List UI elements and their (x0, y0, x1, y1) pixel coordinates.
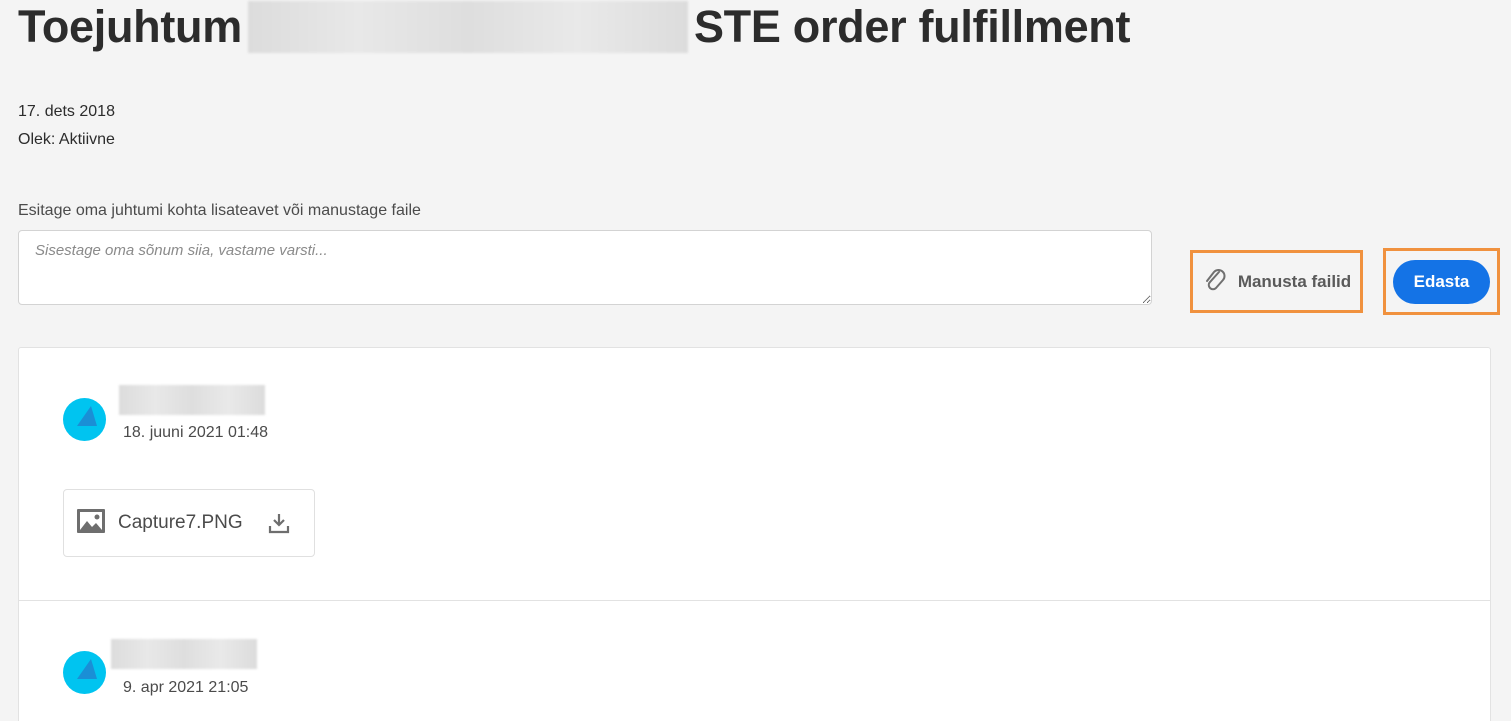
send-highlight: Edasta (1383, 248, 1500, 315)
reply-prompt: Esitage oma juhtumi kohta lisateavet või… (18, 202, 421, 219)
message-thread: 18. juuni 2021 01:48 Capture7.PNG 9. apr… (18, 347, 1491, 721)
redacted-author (111, 639, 257, 669)
paperclip-icon (1202, 265, 1228, 298)
attach-files-button[interactable]: Manusta failid (1202, 265, 1351, 298)
avatar (63, 398, 106, 441)
case-date: 17. dets 2018 (18, 103, 115, 120)
case-status: Olek: Aktiivne (18, 131, 115, 148)
attachment-card[interactable]: Capture7.PNG (63, 489, 315, 557)
entry-timestamp: 9. apr 2021 21:05 (123, 679, 249, 696)
attach-files-label: Manusta failid (1237, 271, 1352, 291)
send-button[interactable]: Edasta (1393, 259, 1490, 304)
entry-timestamp: 18. juuni 2021 01:48 (123, 424, 269, 441)
image-icon (76, 508, 106, 539)
thread-entry: 9. apr 2021 21:05 (19, 601, 1490, 721)
download-icon[interactable] (267, 511, 291, 535)
thread-entry: 18. juuni 2021 01:48 Capture7.PNG (19, 348, 1490, 601)
redacted-region (247, 1, 688, 53)
avatar (63, 651, 106, 694)
page-title: Toejuhtum STE order fulfillment (18, 0, 1130, 54)
message-input[interactable] (18, 230, 1152, 305)
attach-files-highlight: Manusta failid (1190, 250, 1363, 313)
attachment-file-name: Capture7.PNG (118, 512, 243, 533)
page-title-suffix: STE order fulfillment (693, 1, 1131, 52)
page-title-prefix: Toejuhtum (18, 1, 242, 52)
redacted-author (119, 385, 265, 415)
